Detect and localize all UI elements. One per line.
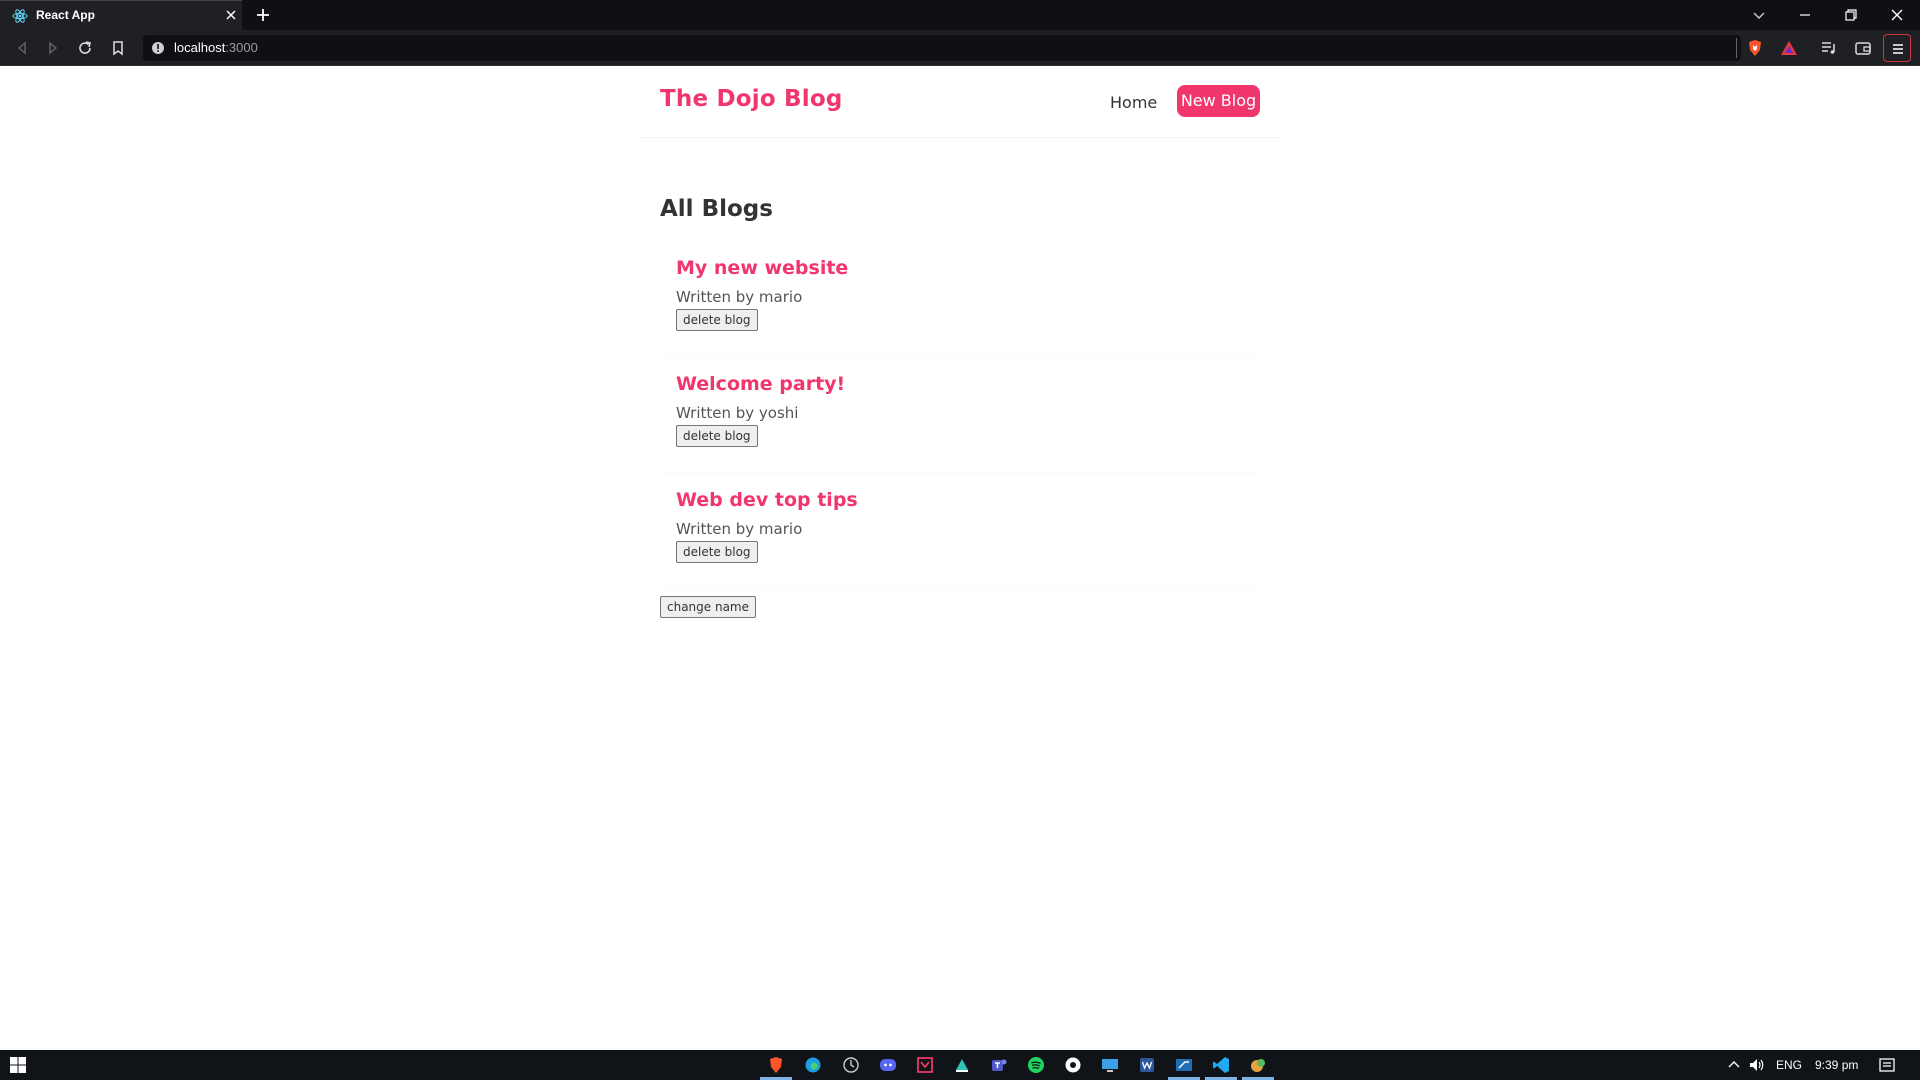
- browser-tab-bar: React App: [0, 0, 1920, 30]
- page-title: All Blogs: [660, 196, 773, 222]
- windows-start-icon[interactable]: [9, 1056, 27, 1074]
- chevron-up-icon[interactable]: [1725, 1056, 1743, 1074]
- forward-icon[interactable]: [45, 40, 61, 56]
- delete-blog-button[interactable]: delete blog: [676, 541, 758, 563]
- teams-icon[interactable]: [990, 1056, 1008, 1074]
- toolbar-divider: [1736, 38, 1737, 58]
- minimize-icon[interactable]: [1797, 7, 1813, 23]
- tab-search-icon[interactable]: [1751, 7, 1767, 23]
- blog-preview: My new website Written by mario delete b…: [660, 257, 1260, 357]
- language-indicator[interactable]: ENG: [1776, 1058, 1802, 1072]
- tab-title: React App: [36, 8, 95, 22]
- os-taskbar: ENG 9:39 pm: [0, 1050, 1920, 1080]
- playlist-icon[interactable]: [1820, 39, 1838, 57]
- app-icon[interactable]: [1249, 1056, 1267, 1074]
- site-info-icon[interactable]: [151, 41, 165, 55]
- brave-shields-icon[interactable]: [1746, 39, 1764, 57]
- app-icon[interactable]: [842, 1056, 860, 1074]
- browser-tab[interactable]: React App: [0, 0, 242, 30]
- delete-blog-button[interactable]: delete blog: [676, 309, 758, 331]
- blog-author: Written by mario: [676, 288, 803, 306]
- close-tab-icon[interactable]: [224, 8, 238, 22]
- change-name-button[interactable]: change name: [660, 596, 757, 618]
- blog-title[interactable]: Web dev top tips: [676, 489, 858, 511]
- hamburger-icon: [1893, 44, 1903, 54]
- discord-icon[interactable]: [879, 1056, 897, 1074]
- brave-rewards-icon[interactable]: [1780, 39, 1798, 57]
- spotify-icon[interactable]: [1027, 1056, 1045, 1074]
- close-window-icon[interactable]: [1889, 7, 1905, 23]
- app-icon[interactable]: [953, 1056, 971, 1074]
- blog-title[interactable]: My new website: [676, 257, 848, 279]
- react-icon: [12, 9, 28, 23]
- reload-icon[interactable]: [77, 40, 93, 56]
- notification-icon[interactable]: [1878, 1056, 1896, 1074]
- app-icon[interactable]: [916, 1056, 934, 1074]
- menu-button[interactable]: [1883, 34, 1911, 62]
- browser-toolbar: localhost:3000: [0, 30, 1920, 66]
- blog-author: Written by mario: [676, 520, 803, 538]
- brave-icon[interactable]: [767, 1056, 785, 1074]
- vscode-icon[interactable]: [1212, 1056, 1230, 1074]
- bookmark-icon[interactable]: [110, 40, 126, 56]
- site-brand: The Dojo Blog: [660, 86, 843, 112]
- back-icon[interactable]: [14, 40, 30, 56]
- blog-preview: Web dev top tips Written by mario delete…: [660, 489, 1260, 589]
- nav-link-home[interactable]: Home: [1110, 93, 1157, 112]
- restore-icon[interactable]: [1843, 7, 1859, 23]
- app-icon[interactable]: [1175, 1056, 1193, 1074]
- nav-link-new-blog[interactable]: New Blog: [1177, 85, 1260, 117]
- blog-title[interactable]: Welcome party!: [676, 373, 845, 395]
- monitor-icon[interactable]: [1101, 1056, 1119, 1074]
- site-navbar: The Dojo Blog Home New Blog: [640, 66, 1280, 138]
- word-icon[interactable]: [1138, 1056, 1156, 1074]
- delete-blog-button[interactable]: delete blog: [676, 425, 758, 447]
- page-viewport: The Dojo Blog Home New Blog All Blogs My…: [0, 66, 1920, 1050]
- volume-icon[interactable]: [1748, 1056, 1766, 1074]
- wallet-icon[interactable]: [1854, 39, 1872, 57]
- blog-preview: Welcome party! Written by yoshi delete b…: [660, 373, 1260, 473]
- app-icon[interactable]: [1064, 1056, 1082, 1074]
- edge-icon[interactable]: [804, 1056, 822, 1074]
- url-text: localhost:3000: [174, 40, 258, 55]
- url-bar[interactable]: localhost:3000: [143, 35, 1741, 61]
- blog-author: Written by yoshi: [676, 404, 799, 422]
- new-tab-icon[interactable]: [255, 7, 271, 23]
- clock[interactable]: 9:39 pm: [1815, 1058, 1858, 1072]
